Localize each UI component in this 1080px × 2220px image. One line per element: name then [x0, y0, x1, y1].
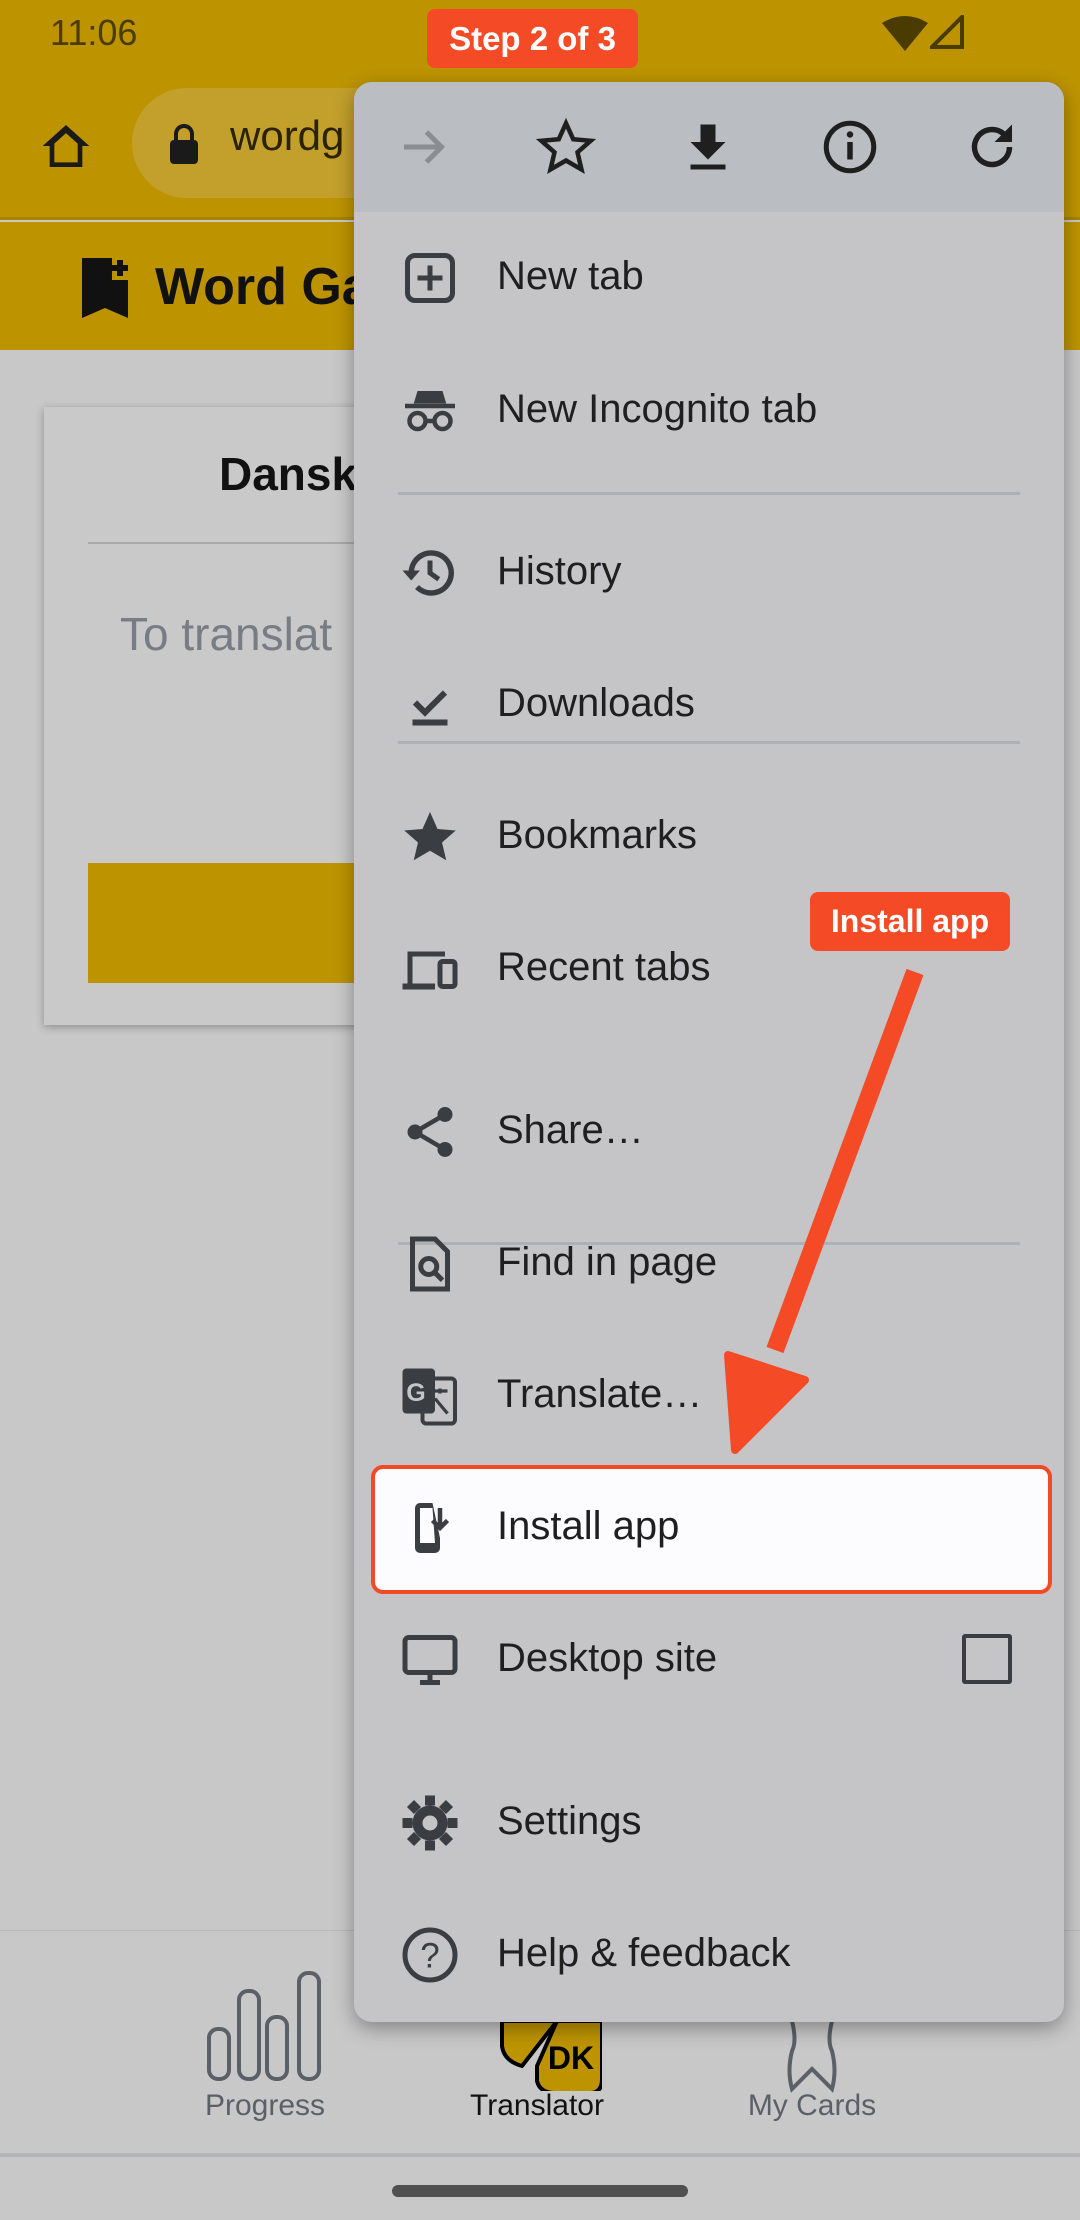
info-icon[interactable]: [820, 117, 880, 177]
devices-icon: [402, 951, 458, 990]
download-icon[interactable]: [678, 117, 738, 177]
menu-item-label: Desktop site: [497, 1636, 718, 1680]
menu-item-bookmarks[interactable]: Bookmarks: [354, 771, 1064, 903]
brand-name: Word Ga: [155, 258, 371, 316]
divider: [0, 2153, 1080, 2157]
new-tab-icon: [405, 253, 455, 303]
wifi-icon: [882, 16, 928, 51]
menu-item-downloads[interactable]: Downloads: [354, 639, 1064, 771]
menu-item-label: Settings: [497, 1799, 642, 1843]
bar-chart-icon: [207, 1971, 321, 2081]
incognito-icon: [405, 391, 455, 432]
settings-icon: [402, 1795, 458, 1851]
nav-label: Translator: [470, 2089, 604, 2122]
logo-icon: [82, 258, 128, 318]
desktop-icon: [402, 1635, 458, 1685]
menu-item-label: New tab: [497, 254, 644, 298]
reload-icon[interactable]: [962, 117, 1022, 177]
step-badge: Step 2 of 3: [427, 9, 638, 68]
nav-label: My Cards: [747, 2089, 877, 2122]
menu-item-help-feedback[interactable]: ? Help & feedback: [354, 1889, 1064, 2021]
menu-item-label: Help & feedback: [497, 1931, 791, 1975]
menu-item-label: Recent tabs: [497, 945, 711, 989]
menu-divider: [398, 492, 1020, 495]
find-in-page-icon: [410, 1236, 450, 1292]
svg-text:G: G: [406, 1379, 425, 1407]
menu-item-new-incognito-tab[interactable]: New Incognito tab: [354, 345, 1064, 477]
translate-input[interactable]: To translat: [120, 607, 332, 661]
desktop-site-checkbox[interactable]: [962, 1634, 1012, 1684]
menu-header-row: [354, 82, 1064, 212]
menu-item-find-in-page[interactable]: Find in page: [354, 1198, 1064, 1330]
menu-item-share[interactable]: Share…: [354, 1066, 1064, 1198]
menu-item-label: Translate…: [497, 1372, 703, 1416]
menu-item-label: History: [497, 549, 622, 593]
menu-item-label: Share…: [497, 1108, 644, 1152]
downloads-icon: [412, 690, 448, 726]
share-icon: [407, 1107, 453, 1157]
card-title: Dansk: [219, 448, 358, 500]
menu-item-label: Install app: [497, 1504, 680, 1548]
star-icon: [404, 812, 456, 861]
browser-menu: New tab New Incognito tab History Downloads…: [354, 82, 1064, 2022]
menu-item-history[interactable]: History: [354, 507, 1064, 639]
forward-icon[interactable]: [394, 117, 454, 177]
svg-text:?: ?: [420, 1937, 439, 1976]
bookmark-star-icon[interactable]: [536, 117, 596, 177]
menu-item-desktop-site[interactable]: Desktop site: [354, 1594, 1064, 1726]
menu-item-label: New Incognito tab: [497, 387, 818, 431]
url-text: wordg: [230, 112, 345, 159]
menu-item-label: Downloads: [497, 681, 695, 725]
translate-icon: G: [402, 1368, 457, 1426]
install-app-highlight: Install app: [371, 1465, 1052, 1594]
home-icon[interactable]: [38, 118, 94, 174]
menu-item-install-app[interactable]: Install app: [354, 1462, 1064, 1594]
nav-badge: DK: [548, 2040, 594, 2076]
menu-item-label: Find in page: [497, 1240, 718, 1284]
install-app-callout: Install app: [810, 892, 1010, 951]
nav-label: Progress: [204, 2089, 326, 2122]
help-icon: ?: [402, 1927, 458, 1983]
history-icon: [402, 550, 454, 596]
menu-item-translate[interactable]: G Translate…: [354, 1330, 1064, 1462]
status-time: 11:06: [50, 12, 138, 53]
home-indicator[interactable]: [392, 2185, 688, 2197]
cell-signal-icon: [930, 15, 964, 49]
menu-item-settings[interactable]: Settings: [354, 1757, 1064, 1889]
menu-item-new-tab[interactable]: New tab: [354, 212, 1064, 344]
menu-item-label: Bookmarks: [497, 813, 698, 857]
lock-icon: [170, 124, 198, 164]
install-app-icon: [415, 1503, 450, 1553]
star-outline-icon: [787, 2021, 837, 2093]
translator-dk-icon: DK: [500, 2021, 602, 2091]
